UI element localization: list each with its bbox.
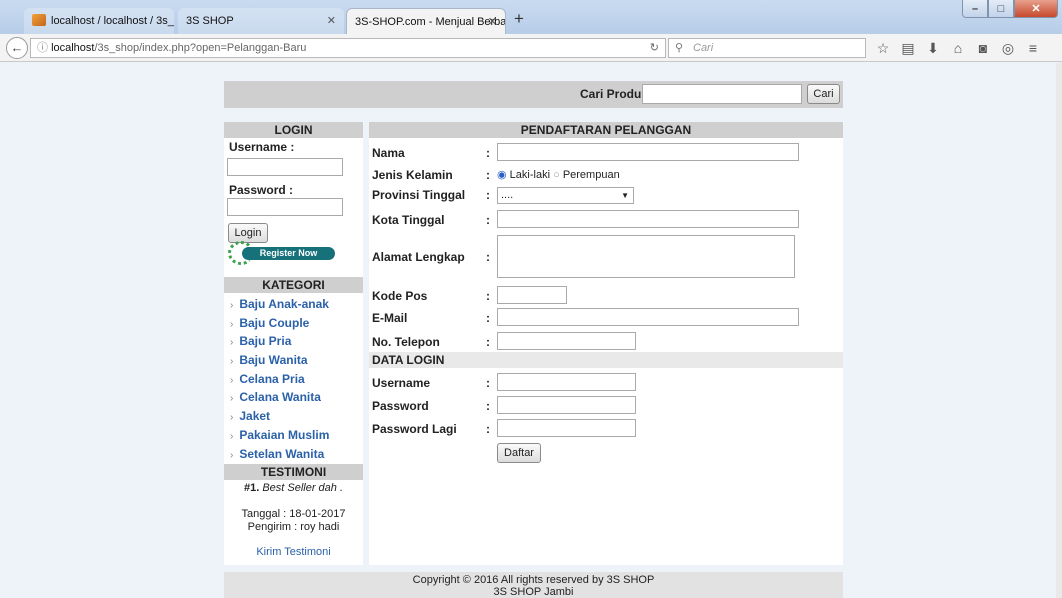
navigation-bar: ← ⓘ localhost/3s_shop/index.php?open=Pel… <box>0 34 1062 62</box>
footer: Copyright © 2016 All rights reserved by … <box>224 572 843 598</box>
chevron-right-icon: › <box>230 300 234 311</box>
phpmyadmin-icon <box>32 14 46 26</box>
home-icon[interactable]: ⌂ <box>950 40 966 57</box>
maximize-icon[interactable]: □ <box>988 0 1014 18</box>
kode-pos-input[interactable] <box>497 286 567 304</box>
addon-icon[interactable]: ◎ <box>1000 40 1016 57</box>
close-tab-icon[interactable]: ✕ <box>488 9 497 34</box>
login-username-input[interactable] <box>227 158 343 176</box>
star-icon[interactable]: ☆ <box>875 40 891 57</box>
dropdown-arrow-icon: ▼ <box>621 191 629 200</box>
search-button[interactable]: Cari <box>807 84 840 104</box>
chevron-right-icon: › <box>230 318 234 330</box>
left-sidebar: LOGIN Username : Password : Login Regist… <box>224 122 363 565</box>
browser-search-input[interactable]: ⚲ Cari <box>668 38 866 58</box>
kota-input[interactable] <box>497 210 799 228</box>
email-input[interactable] <box>497 308 799 326</box>
category-item[interactable]: › Setelan Wanita <box>224 445 363 464</box>
browser-titlebar: localhost / localhost / 3s_s... 3S SHOP … <box>0 0 1062 34</box>
kategori-heading: KATEGORI <box>224 277 363 293</box>
window-controls: – □ ✕ <box>962 0 1058 20</box>
category-item[interactable]: › Jaket <box>224 407 363 426</box>
product-search-bar: Cari Produk Cari <box>224 81 843 108</box>
radio-laki-laki[interactable]: ◉ <box>497 169 507 181</box>
chevron-right-icon: › <box>230 393 234 405</box>
category-item[interactable]: › Baju Pria <box>224 332 363 351</box>
toolbar-icons: ☆ ▤ ⬇ ⌂ ◙ ◎ ≡ <box>875 40 1041 57</box>
chevron-right-icon: › <box>230 356 234 368</box>
menu-icon[interactable]: ≡ <box>1025 40 1041 57</box>
category-item[interactable]: › Baju Anak-anak <box>224 295 363 314</box>
username-label: Username : <box>229 140 295 154</box>
vertical-scrollbar[interactable] <box>1056 63 1062 598</box>
product-search-input[interactable] <box>642 84 802 104</box>
reload-icon[interactable]: ↻ <box>650 39 659 57</box>
nama-input[interactable] <box>497 143 799 161</box>
category-item[interactable]: › Celana Wanita <box>224 388 363 407</box>
form-heading: PENDAFTARAN PELANGGAN <box>369 122 843 138</box>
info-icon[interactable]: ⓘ <box>37 42 48 54</box>
new-tab-icon[interactable]: + <box>514 9 524 29</box>
category-list: › Baju Anak-anak › Baju Couple › Baju Pria … <box>224 295 363 463</box>
chevron-right-icon: › <box>230 337 234 349</box>
chevron-right-icon: › <box>230 449 234 461</box>
url-bar[interactable]: ⓘ localhost/3s_shop/index.php?open=Pelan… <box>30 38 666 58</box>
page-viewport: Cari Produk Cari LOGIN Username : Passwo… <box>0 63 1056 598</box>
password-lagi-input[interactable] <box>497 419 636 437</box>
bookmarks-list-icon[interactable]: ▤ <box>900 40 916 57</box>
window-close-icon[interactable]: ✕ <box>1014 0 1058 18</box>
testimonial: #1. Best Seller dah . Tanggal : 18-01-20… <box>224 482 363 559</box>
login-password-input[interactable] <box>227 198 343 216</box>
category-item[interactable]: › Celana Pria <box>224 370 363 389</box>
download-icon[interactable]: ⬇ <box>925 40 941 57</box>
tab-phpmyadmin[interactable]: localhost / localhost / 3s_s... <box>24 8 174 34</box>
telepon-input[interactable] <box>497 332 636 350</box>
chevron-right-icon: › <box>230 374 234 386</box>
chevron-right-icon: › <box>230 430 234 442</box>
search-label: Cari Produk <box>580 87 649 101</box>
testimoni-heading: TESTIMONI <box>224 464 363 480</box>
data-login-heading: DATA LOGIN <box>369 352 843 368</box>
registration-form: PENDAFTARAN PELANGGAN Nama : Jenis Kelam… <box>369 122 843 565</box>
kirim-testimoni-link[interactable]: Kirim Testimoni <box>224 546 363 559</box>
password-input[interactable] <box>497 396 636 414</box>
tab-3s-shop[interactable]: 3S SHOP ✕ <box>178 8 344 34</box>
search-icon: ⚲ <box>675 42 684 54</box>
pocket-icon[interactable]: ◙ <box>975 40 991 57</box>
back-arrow-icon[interactable]: ← <box>6 37 28 59</box>
close-tab-icon[interactable]: ✕ <box>327 8 336 34</box>
login-button[interactable]: Login <box>228 223 268 243</box>
login-heading: LOGIN <box>224 122 363 138</box>
provinsi-select[interactable]: .... ▼ <box>497 187 634 204</box>
username-input[interactable] <box>497 373 636 391</box>
tab-3s-shop-active[interactable]: 3S-SHOP.com - Menjual Berba... ✕ <box>346 8 506 34</box>
password-label: Password : <box>229 183 294 197</box>
chevron-right-icon: › <box>230 412 234 424</box>
category-item[interactable]: › Baju Couple <box>224 314 363 333</box>
daftar-button[interactable]: Daftar <box>497 443 541 463</box>
alamat-textarea[interactable] <box>497 235 795 278</box>
category-item[interactable]: › Pakaian Muslim <box>224 426 363 445</box>
category-item[interactable]: › Baju Wanita <box>224 351 363 370</box>
minimize-icon[interactable]: – <box>962 0 988 18</box>
register-now-badge[interactable]: Register Now <box>228 241 338 265</box>
radio-perempuan[interactable]: ○ <box>553 169 560 181</box>
